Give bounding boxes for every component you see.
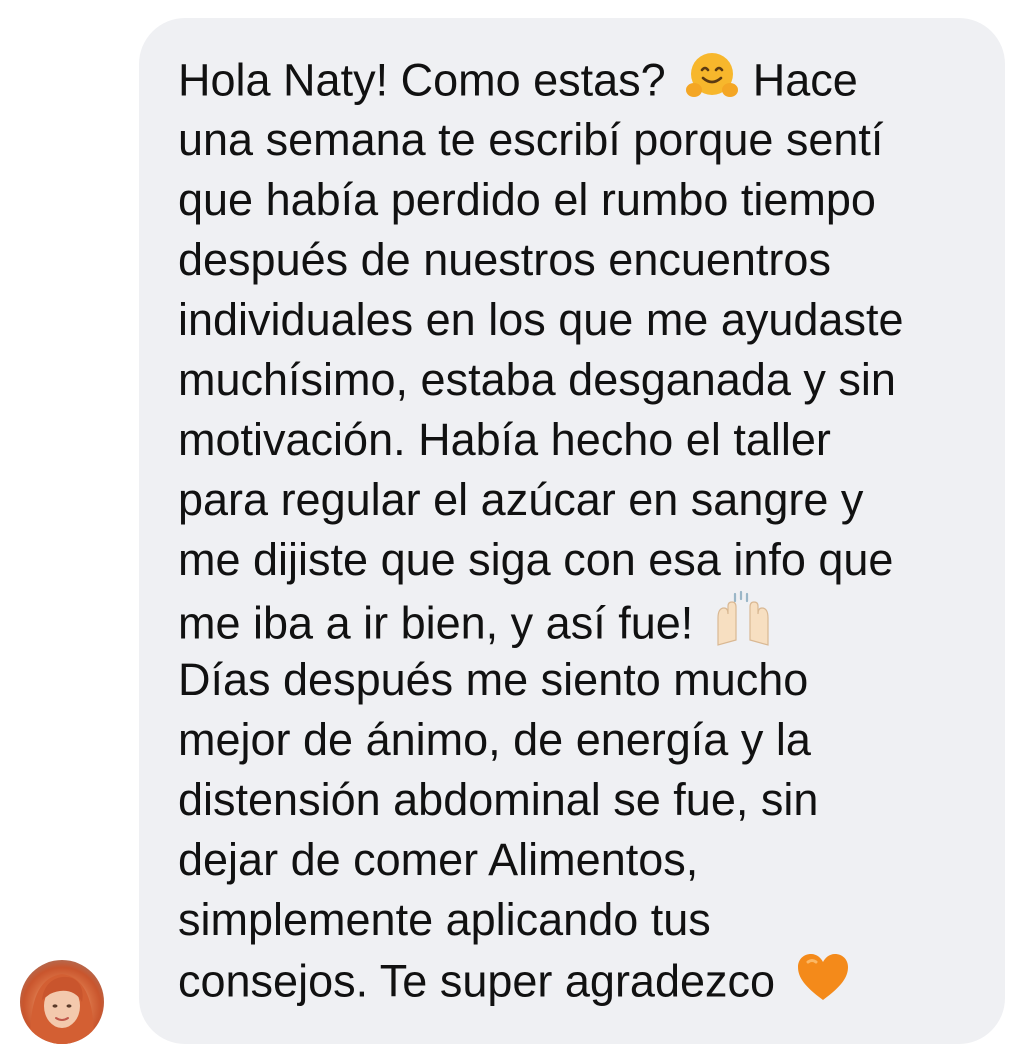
- avatar-portrait: [30, 974, 94, 1044]
- message-line-8: para regular el azúcar en sangre y: [178, 474, 864, 525]
- message-line-13: distensión abdominal se fue, sin: [178, 774, 819, 825]
- message-line-3: que había perdido el rumbo tiempo: [178, 174, 876, 225]
- message-line-15: simplemente aplicando tus: [178, 894, 711, 945]
- hugging-face-emoji-icon: [684, 50, 740, 117]
- message-line-11: Días después me siento mucho: [178, 654, 809, 705]
- message-line-1-tail: Hace: [752, 54, 858, 106]
- message-line-16-text: consejos. Te super agradezco: [178, 955, 776, 1007]
- message-line-4: después de nuestros encuentros: [178, 234, 831, 285]
- message-line-1: Hola Naty! Como estas? Hace: [178, 50, 978, 110]
- message-line-2: una semana te escribí porque sentí: [178, 114, 884, 165]
- message-line-9: me dijiste que siga con esa info que: [178, 534, 894, 585]
- message-line-1-text: Hola Naty! Como estas?: [178, 54, 666, 106]
- message-text: Hola Naty! Como estas? Hace una semana t…: [178, 50, 978, 1010]
- message-line-6: muchísimo, estaba desganada y sin: [178, 354, 896, 405]
- orange-heart-emoji-icon: [794, 950, 852, 1019]
- message-line-10-text: me iba a ir bien, y así fue!: [178, 597, 694, 649]
- message-line-14: dejar de comer Alimentos,: [178, 834, 699, 885]
- message-line-10: me iba a ir bien, y así fue!: [178, 590, 978, 650]
- message-line-7: motivación. Había hecho el taller: [178, 414, 831, 465]
- profile-avatar[interactable]: [20, 960, 104, 1044]
- message-line-12: mejor de ánimo, de energía y la: [178, 714, 811, 765]
- message-line-5: individuales en los que me ayudaste: [178, 294, 904, 345]
- message-line-16: consejos. Te super agradezco: [178, 950, 978, 1010]
